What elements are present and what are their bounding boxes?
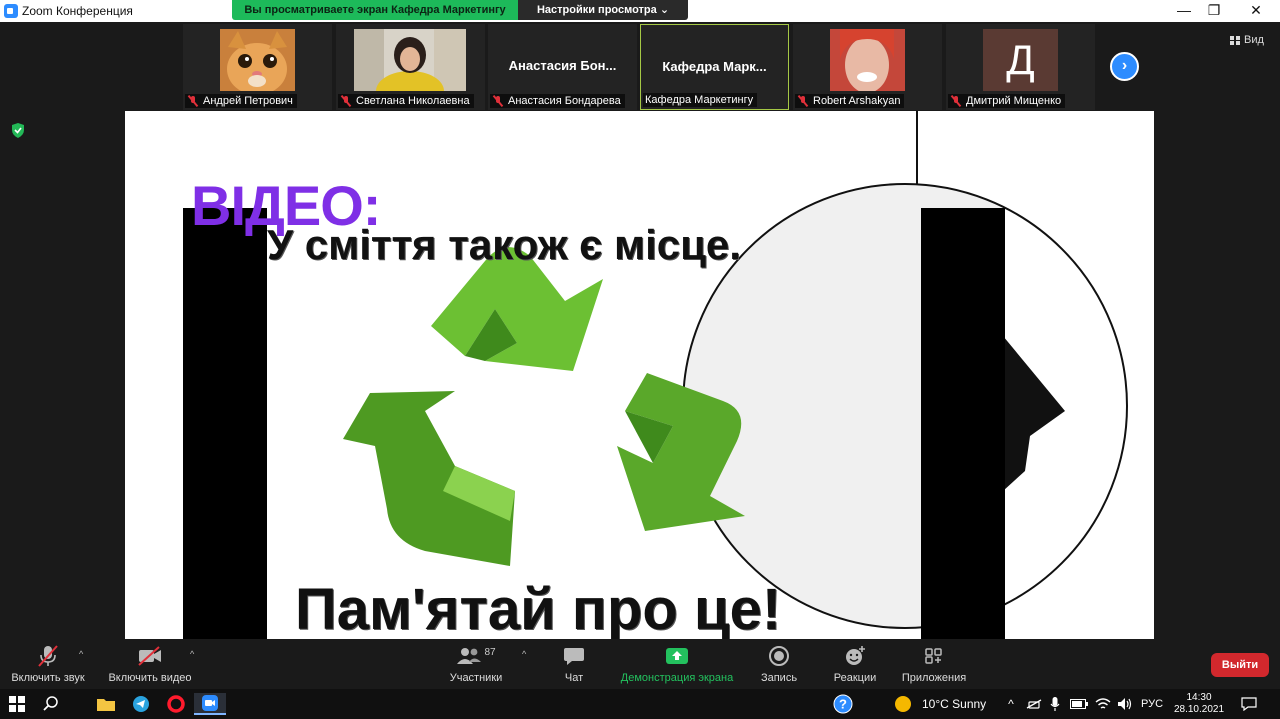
close-button[interactable]: ✕ <box>1236 0 1276 22</box>
opera-browser-icon[interactable] <box>162 693 190 715</box>
unmute-button[interactable]: Включить звук <box>8 643 88 684</box>
clock[interactable]: 14:30 28.10.2021 <box>1170 692 1228 715</box>
participants-icon <box>457 648 482 664</box>
mic-muted-icon <box>950 95 962 107</box>
right-black-bar <box>921 208 1005 639</box>
start-video-button[interactable]: Включить видео <box>106 643 194 684</box>
participant-display-name: Анастасия Бон... <box>508 58 617 73</box>
participants-button[interactable]: 87 Участники <box>445 643 507 684</box>
weather-widget[interactable]: 10°C Sunny <box>894 693 1004 715</box>
view-options-dropdown[interactable]: Настройки просмотра ⌄ <box>518 0 688 20</box>
slide-top-text: У сміття також є місце. <box>267 221 741 268</box>
clock-date: 28.10.2021 <box>1173 704 1225 715</box>
reactions-smiley-icon <box>846 646 865 665</box>
telegram-icon[interactable] <box>127 693 155 715</box>
participant-name-label: Светлана Николаевна <box>338 94 474 108</box>
wifi-icon[interactable] <box>1093 693 1113 715</box>
mic-muted-icon <box>38 645 58 667</box>
reactions-button[interactable]: Реакции <box>828 643 882 684</box>
participant-tile-active-speaker[interactable]: Кафедра Марк... Кафедра Маркетингу <box>640 24 789 110</box>
help-icon[interactable]: ? <box>832 693 854 715</box>
participant-tile[interactable]: Д Дмитрий Мищенко <box>946 24 1095 110</box>
input-language-indicator[interactable]: РУС <box>1138 693 1166 715</box>
screen-share-banner: Вы просматриваете экран Кафедра Маркетин… <box>232 0 518 20</box>
security-shield-icon[interactable] <box>11 123 25 138</box>
participant-name-label: Robert Arshakyan <box>795 94 905 108</box>
participant-name-label: Дмитрий Мищенко <box>948 94 1066 108</box>
participants-count: 87 <box>484 647 496 658</box>
zoom-window: Zoom Конференция — ❐ ✕ Вы просматриваете… <box>0 0 1280 719</box>
start-menu-windows-icon[interactable] <box>6 693 28 715</box>
participant-initial-avatar: Д <box>983 29 1058 91</box>
participant-name-label: Кафедра Маркетингу <box>643 93 758 107</box>
participants-options-caret-icon[interactable]: ^ <box>522 649 526 659</box>
left-black-bar <box>183 208 267 639</box>
clock-time: 14:30 <box>1186 692 1212 703</box>
next-page-arrow-icon[interactable]: › <box>1110 52 1139 81</box>
cat-avatar-photo <box>220 29 295 91</box>
participant-tile[interactable]: Светлана Николаевна <box>336 24 485 110</box>
audio-options-caret-icon[interactable]: ^ <box>79 649 83 659</box>
grid-icon <box>1230 35 1240 45</box>
participant-name-label: Андрей Петрович <box>185 94 297 108</box>
mic-muted-icon <box>187 95 199 107</box>
sun-icon <box>895 696 911 712</box>
video-options-caret-icon[interactable]: ^ <box>190 649 194 659</box>
svg-text:?: ? <box>839 697 847 712</box>
recycle-symbol-icon <box>343 247 745 566</box>
participant-name-label: Анастасия Бондарева <box>490 94 625 108</box>
file-explorer-icon[interactable] <box>92 693 120 715</box>
restore-button[interactable]: ❐ <box>1194 0 1234 22</box>
zoom-taskbar-icon[interactable] <box>194 693 226 715</box>
window-title: Zoom Конференция <box>22 4 133 18</box>
battery-icon[interactable] <box>1069 693 1089 715</box>
share-screen-icon <box>666 648 688 664</box>
slide-bottom-text: Пам'ятай про це! <box>295 577 782 639</box>
shared-screen-content: ВІДЕО: У сміття також є місце. Пам'ятай … <box>125 111 1154 639</box>
leave-meeting-button[interactable]: Выйти <box>1211 653 1269 677</box>
record-icon <box>769 646 789 666</box>
mic-muted-icon <box>797 95 809 107</box>
participant-tile[interactable]: Robert Arshakyan <box>793 24 942 110</box>
woman-avatar-photo <box>354 29 466 91</box>
participant-tile[interactable]: Анастасия Бон... Анастасия Бондарева <box>488 24 637 110</box>
zoom-app-icon <box>4 4 18 18</box>
notifications-icon[interactable] <box>1238 693 1260 715</box>
chat-button[interactable]: Чат <box>550 643 598 684</box>
participant-display-name: Кафедра Марк... <box>662 59 767 74</box>
mic-muted-icon <box>340 95 352 107</box>
apps-icon <box>925 648 942 664</box>
redhead-avatar-photo <box>830 29 905 91</box>
chat-icon <box>564 648 584 665</box>
apps-button[interactable]: Приложения <box>896 643 972 684</box>
meeting-toolbar: Включить звук ^ Включить видео ^ 87 Учас… <box>0 639 1280 689</box>
show-hidden-icons-chevron-icon[interactable]: ^ <box>1003 693 1019 715</box>
mic-muted-icon <box>492 95 504 107</box>
network-muted-icon[interactable] <box>1025 693 1043 715</box>
record-button[interactable]: Запись <box>754 643 804 684</box>
participant-strip: Андрей Петрович Светлана Николаевна Анас… <box>0 22 1280 112</box>
search-icon[interactable] <box>40 693 62 715</box>
microphone-icon[interactable] <box>1047 693 1063 715</box>
windows-taskbar: ? 10°C Sunny ^ РУС 14:30 28.10.2021 <box>0 689 1280 719</box>
volume-icon[interactable] <box>1115 693 1135 715</box>
video-off-icon <box>138 646 161 666</box>
share-screen-button[interactable]: Демонстрация экрана <box>616 643 738 684</box>
view-layout-button[interactable]: Вид <box>1230 34 1264 46</box>
participant-tile[interactable]: Андрей Петрович <box>183 24 332 110</box>
